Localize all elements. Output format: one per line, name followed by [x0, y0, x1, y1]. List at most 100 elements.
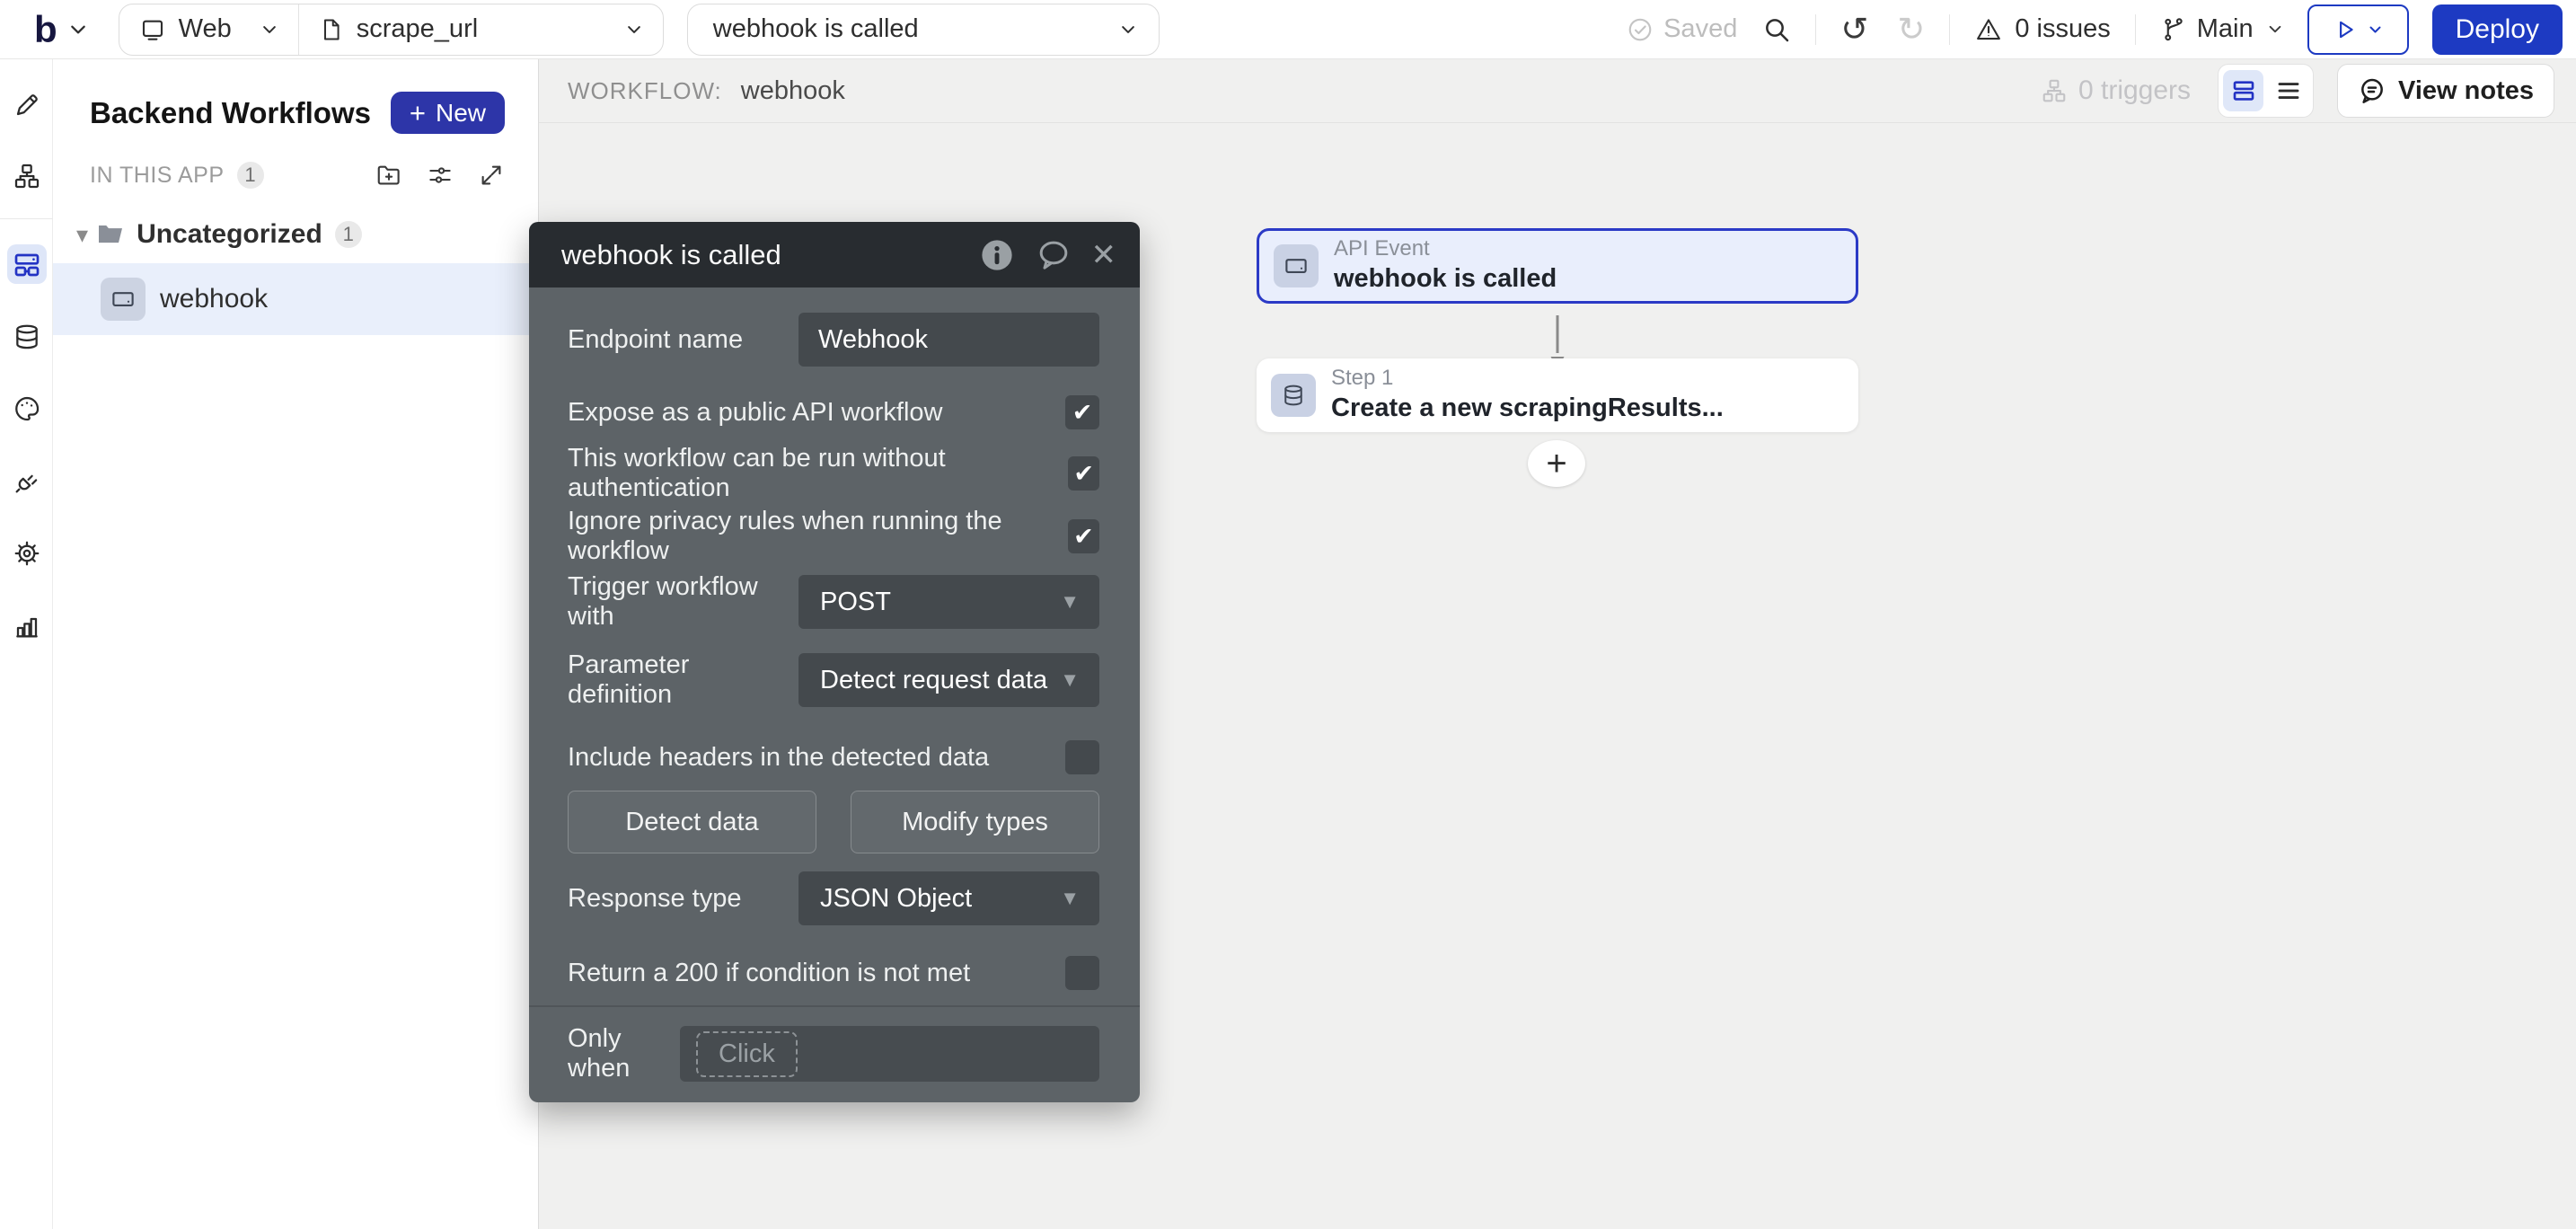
detect-data-button[interactable]: Detect data: [568, 791, 816, 853]
view-notes-button[interactable]: View notes: [2337, 64, 2554, 118]
issues-label: 0 issues: [2015, 14, 2110, 44]
workflow-dropdown[interactable]: webhook is called: [687, 4, 1160, 56]
rail-site-tree-icon[interactable]: [7, 156, 47, 196]
search-icon[interactable]: [1762, 15, 1791, 44]
rail-workflows-icon[interactable]: [7, 244, 47, 284]
api-event-icon: [101, 278, 146, 321]
expose-api-checkbox[interactable]: ✔: [1065, 395, 1099, 429]
rail-design-pencil-icon[interactable]: [7, 85, 47, 125]
rail-divider: [0, 218, 53, 219]
trigger-method-select[interactable]: POST ▼: [798, 575, 1099, 629]
workflow-list-item-webhook[interactable]: webhook: [53, 263, 538, 335]
saved-label: Saved: [1663, 14, 1737, 44]
list-view-icon[interactable]: [2268, 70, 2308, 111]
expose-api-label: Expose as a public API workflow: [568, 398, 942, 428]
saved-status: Saved: [1627, 14, 1737, 44]
database-step-icon: [1271, 374, 1316, 417]
rows-view-icon[interactable]: [2223, 70, 2263, 111]
detect-data-label: Detect data: [625, 808, 758, 837]
modify-types-button[interactable]: Modify types: [851, 791, 1099, 853]
topbar-actions: Saved ↺ ↻ 0 issues Main: [1627, 4, 2563, 55]
folder-name: Uncategorized: [137, 219, 322, 250]
parameter-definition-select[interactable]: Detect request data ▼: [798, 653, 1099, 707]
scope-label: IN THIS APP: [90, 163, 225, 189]
triggers-tree-icon: [2041, 77, 2068, 104]
dialog-title-bar[interactable]: webhook is called ✕: [529, 222, 1140, 287]
new-workflow-button[interactable]: + New: [391, 92, 505, 134]
branch-selector[interactable]: Main: [2160, 14, 2283, 44]
endpoint-name-value: Webhook: [818, 325, 928, 355]
preview-run-button[interactable]: [2307, 4, 2409, 55]
comment-icon[interactable]: [1035, 237, 1072, 273]
logo-menu-chevron-icon[interactable]: [68, 22, 88, 37]
info-icon[interactable]: [978, 236, 1016, 274]
modify-types-label: Modify types: [902, 808, 1048, 837]
notes-bubble-icon: [2358, 76, 2386, 105]
page-label: scrape_url: [357, 14, 478, 44]
undo-icon[interactable]: ↺: [1840, 13, 1868, 46]
platform-page-switcher: Web scrape_url: [119, 4, 664, 56]
folder-count-badge: 1: [335, 221, 362, 248]
rail-logs-chart-icon[interactable]: [7, 606, 47, 646]
expand-icon[interactable]: [478, 162, 505, 189]
step-card-title: Create a new scrapingResults...: [1331, 392, 1724, 424]
branch-icon: [2160, 16, 2187, 43]
folder-row-uncategorized[interactable]: ▾ Uncategorized 1: [76, 219, 538, 250]
parameter-definition-value: Detect request data: [820, 666, 1047, 695]
issues-indicator[interactable]: 0 issues: [1974, 14, 2110, 44]
folder-add-icon[interactable]: [375, 162, 402, 189]
platform-label: Web: [179, 14, 232, 44]
chevron-down-icon: [260, 23, 278, 36]
rail-styles-palette-icon[interactable]: [7, 389, 47, 429]
event-card-api[interactable]: API Event webhook is called: [1257, 228, 1858, 304]
deploy-label: Deploy: [2456, 14, 2539, 45]
dialog-title: webhook is called: [561, 239, 978, 271]
backend-workflows-panel: Backend Workflows + New IN THIS APP 1 ▾ …: [53, 59, 539, 1229]
caret-down-icon[interactable]: ▾: [76, 223, 88, 246]
page-icon: [319, 16, 344, 43]
filter-sliders-icon[interactable]: [427, 162, 454, 189]
include-headers-checkbox[interactable]: [1065, 740, 1099, 774]
chevron-down-icon: [1119, 23, 1137, 36]
ignore-privacy-checkbox[interactable]: ✔: [1068, 519, 1099, 553]
chevron-down-icon: [2267, 23, 2283, 35]
platform-selector[interactable]: Web: [119, 4, 298, 55]
bubble-logo: b: [34, 11, 57, 49]
add-step-button[interactable]: +: [1528, 440, 1585, 487]
workflow-dropdown-value: webhook is called: [713, 14, 1119, 44]
folder-open-icon: [97, 222, 126, 247]
close-icon[interactable]: ✕: [1091, 240, 1117, 270]
divider: [1815, 14, 1816, 45]
only-when-input[interactable]: Click: [680, 1026, 1099, 1082]
play-icon: [2333, 18, 2357, 41]
new-button-label: New: [436, 99, 486, 128]
left-icon-rail: [0, 59, 53, 1229]
workflow-item-label: webhook: [160, 284, 268, 314]
response-type-value: JSON Object: [820, 884, 972, 914]
panel-title: Backend Workflows: [90, 96, 371, 130]
trigger-with-label: Trigger workflow with: [568, 572, 798, 632]
plus-icon: +: [1546, 444, 1566, 484]
endpoint-name-input[interactable]: Webhook: [798, 313, 1099, 367]
divider: [2135, 14, 2136, 45]
event-property-dialog: webhook is called ✕ Endpoint name Webhoo…: [529, 222, 1140, 1102]
page-selector[interactable]: scrape_url: [299, 4, 663, 55]
step-card-1[interactable]: Step 1 Create a new scrapingResults...: [1257, 358, 1858, 432]
event-card-kind: API Event: [1334, 236, 1557, 262]
view-notes-label: View notes: [2398, 76, 2534, 106]
response-type-select[interactable]: JSON Object ▼: [798, 871, 1099, 925]
rail-plugins-plug-icon[interactable]: [7, 462, 47, 501]
deploy-button[interactable]: Deploy: [2432, 4, 2563, 55]
triggers-indicator: 0 triggers: [2041, 75, 2191, 106]
rail-database-icon[interactable]: [7, 317, 47, 357]
event-card-title: webhook is called: [1334, 262, 1557, 295]
rail-settings-gear-icon[interactable]: [7, 534, 47, 573]
no-auth-label: This workflow can be run without authent…: [568, 444, 1068, 503]
workflow-label: WORKFLOW:: [568, 77, 722, 105]
api-event-icon: [1274, 244, 1319, 287]
workflow-name: webhook: [741, 76, 845, 106]
no-auth-checkbox[interactable]: ✔: [1068, 456, 1099, 491]
redo-icon[interactable]: ↻: [1897, 13, 1925, 46]
only-when-placeholder[interactable]: Click: [696, 1031, 798, 1077]
return-200-checkbox[interactable]: [1065, 956, 1099, 990]
